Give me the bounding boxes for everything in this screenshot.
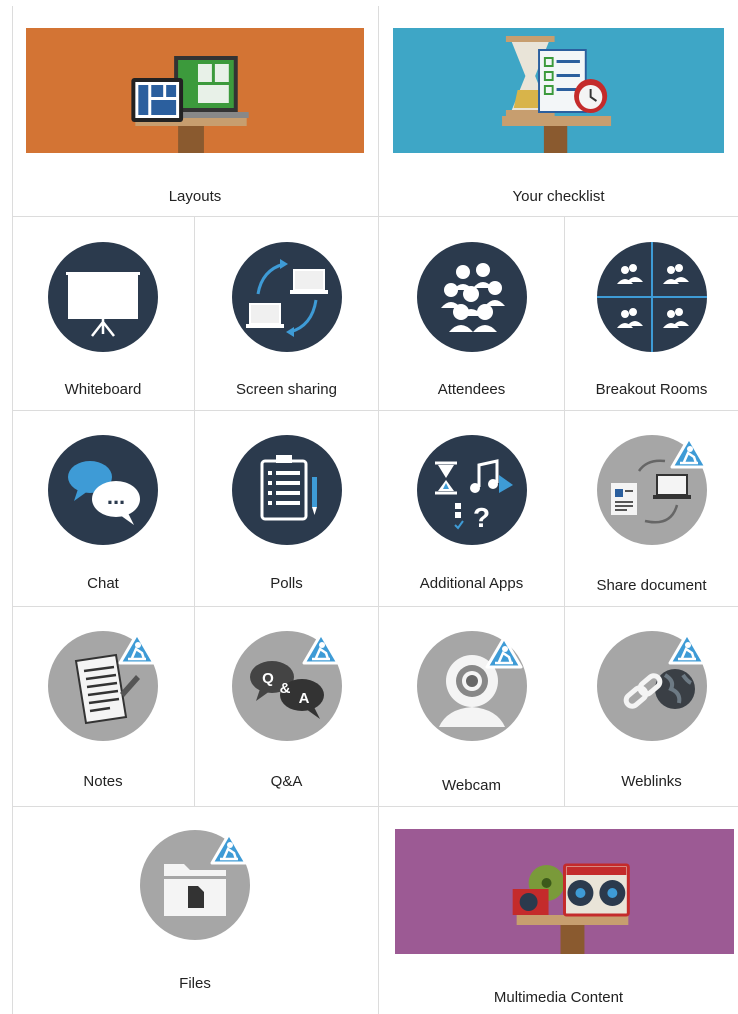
chat-icon: ...	[48, 435, 158, 545]
tile-label: Webcam	[442, 777, 501, 794]
tile-label: Polls	[270, 575, 303, 592]
under-construction-badge-icon	[670, 436, 708, 469]
tile-label: Q&A	[270, 773, 303, 790]
tile-label: Files	[179, 975, 211, 992]
tile-label: Breakout Rooms	[595, 381, 708, 398]
tile-notes[interactable]: Notes	[12, 607, 194, 806]
whiteboard-icon	[48, 242, 158, 352]
tile-label: Multimedia Content	[493, 989, 624, 1006]
tile-chat[interactable]: ... Chat	[12, 411, 194, 606]
under-construction-badge-icon	[485, 636, 523, 669]
tile-weblinks[interactable]: Weblinks	[565, 607, 738, 806]
tile-label: Screen sharing	[236, 381, 337, 398]
tile-label: Notes	[83, 773, 123, 790]
tile-breakout-rooms[interactable]: Breakout Rooms	[565, 217, 738, 410]
tile-polls[interactable]: Polls	[195, 411, 378, 606]
tile-label: Whiteboard	[64, 381, 142, 398]
under-construction-badge-icon	[210, 832, 248, 865]
tile-label: Chat	[87, 575, 119, 592]
apps-question-mark: ?	[473, 502, 490, 533]
tile-label: Weblinks	[621, 773, 682, 790]
breakout-rooms-icon	[596, 242, 707, 352]
tile-webcam[interactable]: Webcam	[379, 607, 564, 806]
tile-files[interactable]: Files	[12, 807, 378, 1014]
qa-a-letter: A	[298, 690, 309, 707]
checklist-banner-image	[393, 28, 724, 153]
under-construction-badge-icon	[118, 632, 156, 665]
multimedia-banner-image	[395, 829, 734, 954]
tile-your-checklist[interactable]: Your checklist	[379, 6, 738, 216]
additional-apps-icon: ?	[416, 435, 527, 545]
qa-q-letter: Q	[262, 670, 274, 687]
tile-screen-sharing[interactable]: Screen sharing	[195, 217, 378, 410]
under-construction-badge-icon	[302, 632, 340, 665]
attendees-icon	[416, 242, 527, 352]
tile-label: Additional Apps	[419, 575, 524, 592]
qa-ampersand: &	[279, 680, 290, 697]
chat-dots: ...	[107, 484, 125, 509]
tile-layouts[interactable]: Layouts	[12, 6, 378, 216]
tile-share-document[interactable]: Share document	[565, 411, 738, 606]
under-construction-badge-icon	[668, 632, 706, 665]
screen-sharing-icon	[231, 242, 342, 352]
tile-label: Share document	[596, 577, 707, 594]
tile-multimedia-content[interactable]: Multimedia Content	[379, 807, 738, 1014]
tile-whiteboard[interactable]: Whiteboard	[12, 217, 194, 410]
tile-qa[interactable]: Q & A Q&A	[195, 607, 378, 806]
polls-icon	[231, 435, 342, 545]
layouts-banner-image	[26, 28, 364, 153]
tile-label: Attendees	[437, 381, 506, 398]
tile-attendees[interactable]: Attendees	[379, 217, 564, 410]
tile-label: Layouts	[168, 188, 222, 205]
tile-additional-apps[interactable]: ? Additional Apps	[379, 411, 564, 606]
tile-label: Your checklist	[512, 188, 605, 205]
